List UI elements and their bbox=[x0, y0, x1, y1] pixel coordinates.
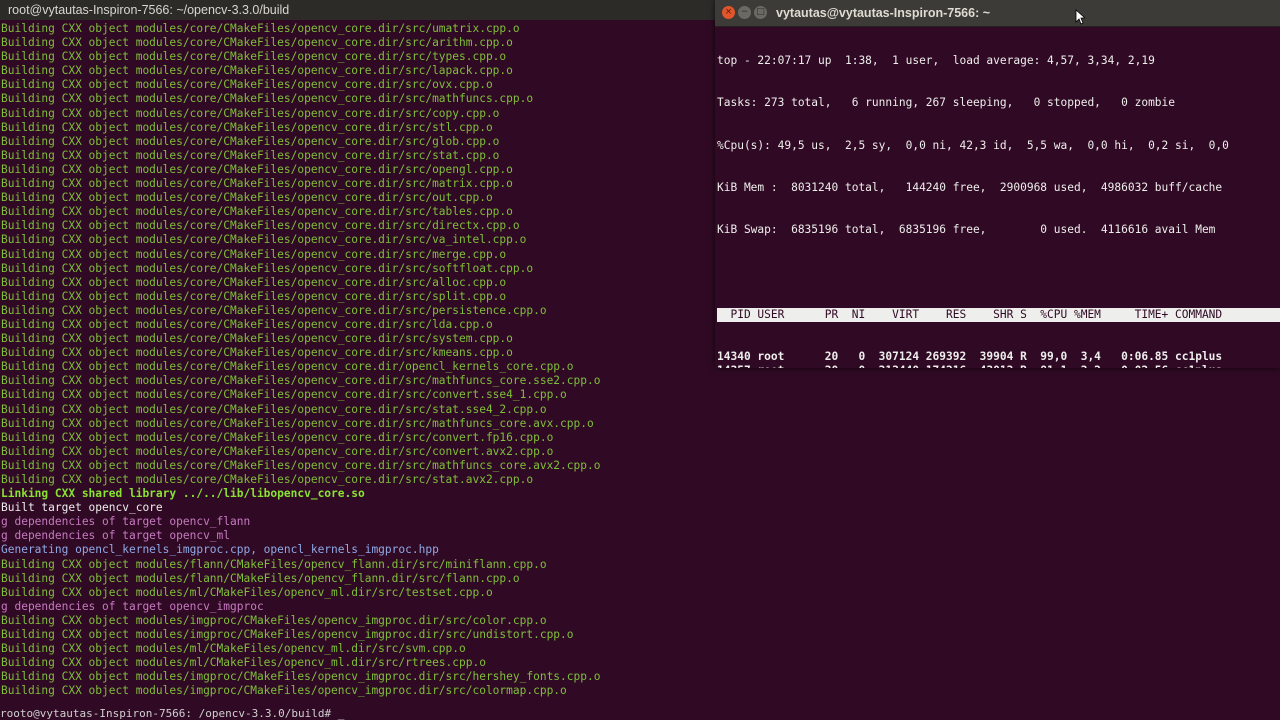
shell-prompt[interactable]: rooto@vytautas-Inspiron-7566: /opencv-3.… bbox=[0, 708, 1280, 720]
build-log-line: Building CXX object modules/ml/CMakeFile… bbox=[1, 642, 466, 656]
build-log-line: Building CXX object modules/core/CMakeFi… bbox=[1, 416, 594, 430]
build-log-line: Building CXX object modules/core/CMakeFi… bbox=[1, 458, 601, 472]
top-output[interactable]: top - 22:07:17 up 1:38, 1 user, load ave… bbox=[717, 26, 1280, 368]
close-button[interactable]: × bbox=[722, 6, 735, 19]
top-summary-uptime: top - 22:07:17 up 1:38, 1 user, load ave… bbox=[717, 54, 1155, 68]
build-log-line: Building CXX object modules/core/CMakeFi… bbox=[1, 388, 567, 402]
build-log-line: Building CXX object modules/core/CMakeFi… bbox=[1, 430, 554, 444]
process-row: 14357 root 20 0 213440 174216 43012 R 81… bbox=[717, 364, 1280, 368]
process-row: 14340 root 20 0 307124 269392 39904 R 99… bbox=[717, 350, 1223, 364]
mouse-pointer-icon bbox=[1075, 9, 1085, 25]
top-summary-cpu: %Cpu(s): 49,5 us, 2,5 sy, 0,0 ni, 42,3 i… bbox=[717, 138, 1229, 152]
build-log-line: g dependencies of target opencv_imgproc bbox=[1, 599, 264, 613]
build-log-line: Building CXX object modules/imgproc/CMak… bbox=[1, 613, 547, 627]
top-summary-tasks: Tasks: 273 total, 6 running, 267 sleepin… bbox=[717, 96, 1176, 110]
process-table: 14340 root 20 0 307124 269392 39904 R 99… bbox=[717, 350, 1280, 368]
build-terminal-title: root@vytautas-Inspiron-7566: ~/opencv-3.… bbox=[0, 0, 720, 20]
build-log-line: Building CXX object modules/core/CMakeFi… bbox=[1, 444, 554, 458]
build-log-line: Building CXX object modules/ml/CMakeFile… bbox=[1, 656, 486, 670]
build-log-line: Building CXX object modules/ml/CMakeFile… bbox=[1, 585, 493, 599]
process-table-header: PID USER PR NI VIRT RES SHR S %CPU %MEM … bbox=[717, 307, 1280, 322]
build-log-line: Building CXX object modules/imgproc/CMak… bbox=[1, 628, 574, 642]
top-spacer bbox=[717, 266, 1280, 280]
top-summary-mem: KiB Mem : 8031240 total, 144240 free, 29… bbox=[717, 181, 1223, 195]
build-log-line: Building CXX object modules/core/CMakeFi… bbox=[1, 473, 534, 486]
build-log-line: Built target opencv_core bbox=[1, 501, 163, 515]
build-log-line: Building CXX object modules/core/CMakeFi… bbox=[1, 402, 547, 416]
top-terminal-title: vytautas@vytautas-Inspiron-7566: ~ bbox=[776, 6, 991, 20]
top-terminal-titlebar[interactable]: × − □ vytautas@vytautas-Inspiron-7566: ~ bbox=[715, 0, 1280, 27]
build-log-line: Building CXX object modules/imgproc/CMak… bbox=[1, 684, 567, 698]
build-log-line: Building CXX object modules/flann/CMakeF… bbox=[1, 557, 547, 571]
build-log-line: Building CXX object modules/flann/CMakeF… bbox=[1, 571, 520, 585]
top-terminal-window[interactable]: × − □ vytautas@vytautas-Inspiron-7566: ~… bbox=[715, 0, 1280, 368]
maximize-button[interactable]: □ bbox=[754, 6, 767, 19]
build-log-line: Linking CXX shared library ../../lib/lib… bbox=[1, 487, 365, 501]
minimize-button[interactable]: − bbox=[738, 6, 751, 19]
build-log-line: Generating opencl_kernels_imgproc.cpp, o… bbox=[1, 543, 439, 557]
build-log-line: Building CXX object modules/core/CMakeFi… bbox=[1, 374, 601, 388]
build-log-line: g dependencies of target opencv_ml bbox=[1, 529, 231, 543]
top-summary-swap: KiB Swap: 6835196 total, 6835196 free, 0… bbox=[717, 223, 1216, 237]
build-log-line: Building CXX object modules/imgproc/CMak… bbox=[1, 670, 601, 684]
build-log-line: g dependencies of target opencv_flann bbox=[1, 515, 251, 529]
